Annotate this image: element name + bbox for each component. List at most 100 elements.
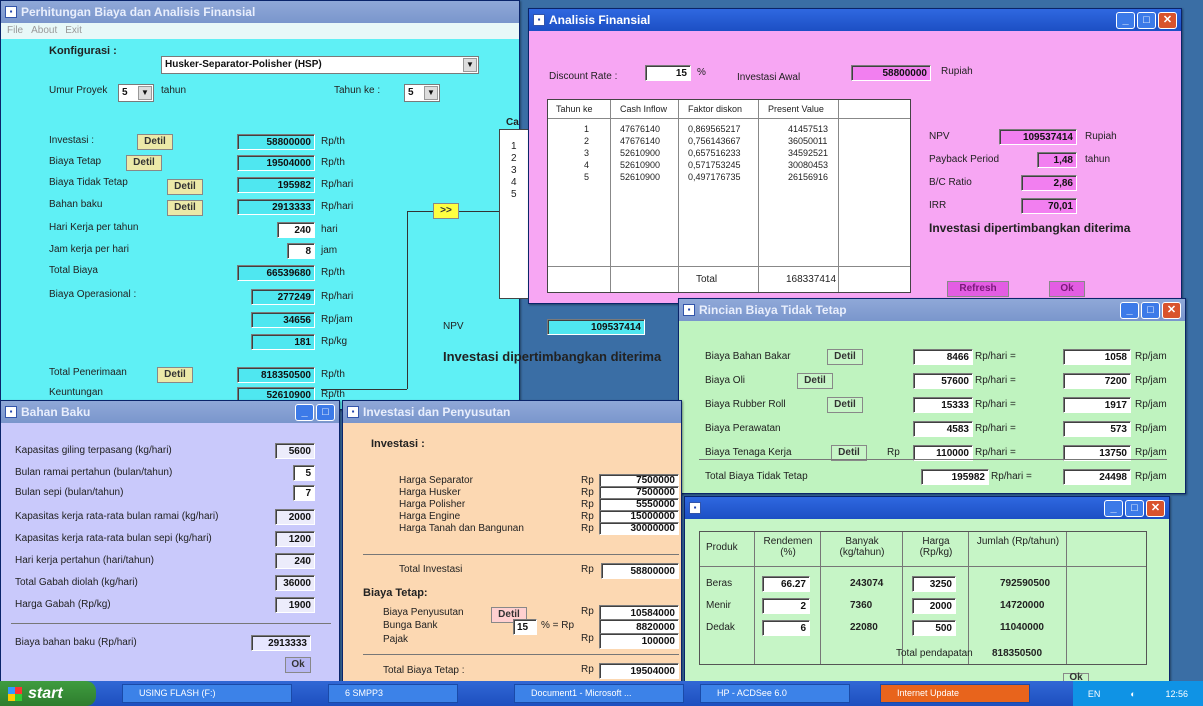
produk-rendemen[interactable]: 2 [762, 598, 810, 614]
maximize-icon[interactable]: □ [1141, 302, 1160, 319]
konfig-select[interactable]: Husker-Separator-Polisher (HSP) ▼ [161, 56, 479, 74]
produk-harga[interactable]: 500 [912, 620, 956, 636]
cashflow-cell: 26156916 [788, 172, 829, 182]
taskbar-item[interactable]: 6 SMPP3 [328, 684, 458, 703]
rincian-v2: 1917 [1063, 397, 1131, 413]
calculate-arrow-button[interactable]: >> [433, 203, 459, 219]
cashflow-cell: 0,869565217 [688, 124, 741, 134]
close-icon[interactable]: ✕ [1162, 302, 1181, 319]
taskbar-item[interactable]: Internet Update [880, 684, 1030, 703]
total-value: 168337414 [786, 274, 837, 285]
network-icon[interactable]: ◐ [1130, 689, 1135, 699]
row-label: Total Penerimaan [49, 367, 127, 378]
refresh-button[interactable]: Refresh [947, 281, 1009, 297]
produk-harga[interactable]: 2000 [912, 598, 956, 614]
rincian-label: Biaya Tenaga Kerja [705, 447, 792, 458]
cashflow-cell: 36050011 [788, 136, 828, 146]
main-titlebar[interactable]: ▪ Perhitungan Biaya dan Analisis Finansia… [1, 1, 519, 23]
investasi-titlebar[interactable]: ▪ Investasi dan Penyusutan [343, 401, 681, 423]
minimize-icon[interactable]: _ [1104, 500, 1123, 517]
analisis-ok-button[interactable]: Ok [1049, 281, 1085, 297]
detil-button[interactable]: Detil [827, 349, 863, 365]
bahan-input[interactable]: 5 [293, 465, 315, 481]
detil-penerimaan-button[interactable]: Detil [157, 367, 193, 383]
biaya-tetap-value: 19504000 [237, 155, 315, 171]
detil-button[interactable]: Detil [827, 397, 863, 413]
bahan-ok-button[interactable]: Ok [285, 657, 311, 673]
menu-exit[interactable]: Exit [65, 25, 82, 37]
bahan-input[interactable]: 1200 [275, 531, 315, 547]
rincian-v1: 4583 [913, 421, 973, 437]
connector-line [321, 389, 407, 390]
konfig-value: Husker-Separator-Polisher (HSP) [165, 59, 322, 70]
language-indicator[interactable]: EN [1088, 689, 1101, 699]
maximize-icon[interactable]: □ [1125, 500, 1144, 517]
produk-rendemen[interactable]: 6 [762, 620, 810, 636]
detil-button[interactable]: Detil [797, 373, 833, 389]
produk-total-label: Total pendapatan [896, 648, 973, 659]
produk-harga[interactable]: 3250 [912, 576, 956, 592]
close-icon[interactable]: ✕ [1158, 12, 1177, 29]
discount-input[interactable]: 15 [645, 65, 691, 81]
bahan-input[interactable]: 240 [275, 553, 315, 569]
cashflow-cell: 47676140 [620, 124, 661, 134]
app-icon: ▪ [533, 14, 545, 26]
bahan-input[interactable]: 5600 [275, 443, 315, 459]
minimize-icon[interactable]: _ [295, 404, 314, 421]
tahunke-select[interactable]: 5 ▼ [404, 84, 440, 102]
jam-kerja-input[interactable]: 8 [287, 243, 315, 259]
taskbar-item[interactable]: USING FLASH (F:) [122, 684, 292, 703]
bunga-rate-input[interactable]: 15 [513, 619, 537, 635]
inv-item-cur: Rp [581, 499, 594, 510]
rincian-titlebar[interactable]: ▪ Rincian Biaya Tidak Tetap [679, 299, 1185, 321]
bahan-input[interactable]: 7 [293, 485, 315, 501]
inv-awal-label: Investasi Awal [737, 72, 801, 83]
app-icon: ▪ [5, 406, 17, 418]
irr-label: IRR [929, 200, 947, 211]
bc-value: 2,86 [1021, 175, 1077, 191]
bahan-label: Kapasitas kerja rata-rata bulan sepi (kg… [15, 533, 212, 544]
produk-total-value: 818350500 [992, 648, 1043, 659]
bahan-input[interactable]: 36000 [275, 575, 315, 591]
produk-titlebar[interactable]: ▪ [685, 497, 1169, 519]
umur-select[interactable]: 5 ▼ [118, 84, 154, 102]
minimize-icon[interactable]: _ [1116, 12, 1135, 29]
bahan-input[interactable]: 1900 [275, 597, 315, 613]
analisis-window: ▪ Analisis Finansial _ □ ✕ Discount Rate : … [528, 8, 1182, 304]
detil-investasi-button[interactable]: Detil [137, 134, 173, 150]
detil-bahan-baku-button[interactable]: Detil [167, 200, 203, 216]
npv-label: NPV [929, 131, 950, 142]
detil-biaya-tetap-button[interactable]: Detil [126, 155, 162, 171]
analisis-titlebar[interactable]: ▪ Analisis Finansial [529, 9, 1181, 31]
hari-kerja-input[interactable]: 240 [277, 222, 315, 238]
maximize-icon[interactable]: □ [316, 404, 335, 421]
row-label: Investasi : [49, 135, 95, 146]
table-col-divider [678, 100, 679, 292]
total-tetap-label: Total Biaya Tetap : [383, 665, 465, 676]
cashflow-cell: 52610900 [620, 148, 661, 158]
bahan-input[interactable]: 2000 [275, 509, 315, 525]
menu-about[interactable]: About [31, 25, 57, 37]
inv-item-value[interactable]: 30000000 [599, 522, 679, 535]
dropdown-arrow-icon[interactable]: ▼ [138, 86, 152, 100]
inv-item-label: Harga Polisher [399, 499, 466, 510]
system-tray: EN ◐ 12:56 [1073, 681, 1203, 706]
produk-rendemen[interactable]: 66.27 [762, 576, 810, 592]
bunga-label: Bunga Bank [383, 620, 438, 631]
rincian-u2: Rp/jam [1135, 423, 1167, 434]
minimize-icon[interactable]: _ [1120, 302, 1139, 319]
taskbar-item[interactable]: HP - ACDSee 6.0 [700, 684, 850, 703]
konfig-label: Konfigurasi : [49, 45, 117, 57]
dropdown-arrow-icon[interactable]: ▼ [424, 86, 438, 100]
taskbar-item[interactable]: Document1 - Microsoft ... [514, 684, 684, 703]
close-icon[interactable]: ✕ [1146, 500, 1165, 517]
bahan-titlebar[interactable]: ▪ Bahan Baku [1, 401, 339, 423]
start-label: start [28, 684, 63, 702]
dropdown-arrow-icon[interactable]: ▼ [463, 58, 477, 72]
start-button[interactable]: start [0, 681, 96, 706]
rincian-v2: 1058 [1063, 349, 1131, 365]
maximize-icon[interactable]: □ [1137, 12, 1156, 29]
detil-biaya-tidak-tetap-button[interactable]: Detil [167, 179, 203, 195]
produk-header: Harga (Rp/kg) [919, 536, 953, 558]
menu-file[interactable]: File [7, 25, 23, 37]
